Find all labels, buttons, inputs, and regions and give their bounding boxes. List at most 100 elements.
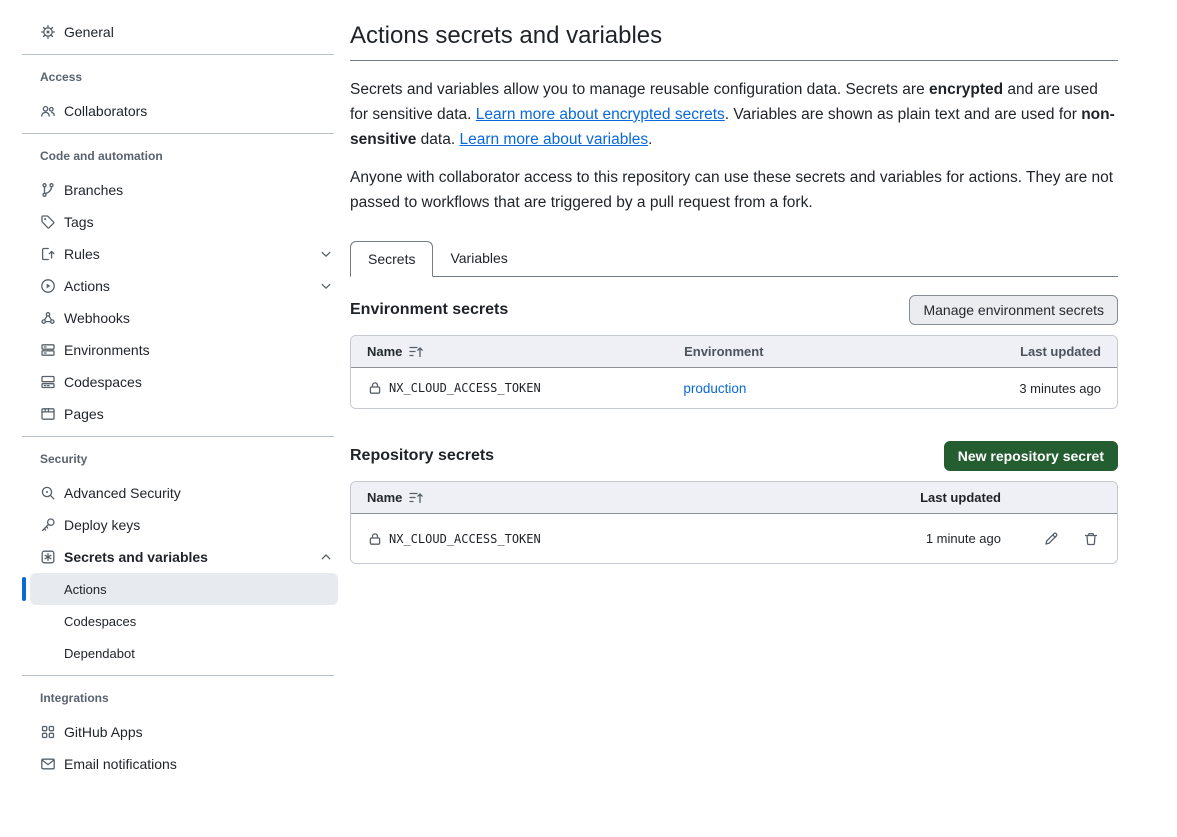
sidebar-item-deploy-keys[interactable]: Deploy keys [0, 509, 350, 541]
tag-icon [40, 214, 56, 230]
secret-name: NX_CLOUD_ACCESS_TOKEN [389, 381, 541, 395]
collaborator-access-paragraph: Anyone with collaborator access to this … [350, 165, 1118, 215]
sidebar-subitem-dependabot[interactable]: Dependabot [30, 637, 338, 669]
webhook-icon [40, 310, 56, 326]
sidebar-subitem-label: Codespaces [64, 614, 136, 629]
sidebar-item-general[interactable]: General [0, 16, 350, 48]
lock-icon [367, 531, 383, 547]
sidebar-item-rules[interactable]: Rules [0, 238, 350, 270]
environment-link[interactable]: production [683, 381, 746, 396]
environment-secrets-heading: Environment secrets [350, 301, 508, 319]
sidebar-divider [22, 54, 334, 55]
environment-secrets-header: Environment secrets Manage environment s… [350, 295, 1118, 325]
intro-text: . Variables are shown as plain text and … [725, 106, 1081, 123]
mail-icon [40, 756, 56, 772]
sidebar-item-label: Rules [64, 246, 100, 262]
settings-sidebar: General Access Collaborators Code and au… [0, 0, 350, 837]
environment-secret-row: NX_CLOUD_ACCESS_TOKEN production 3 minut… [351, 368, 1117, 408]
pencil-icon [1043, 531, 1059, 547]
learn-more-encrypted-secrets-link[interactable]: Learn more about encrypted secrets [476, 106, 725, 123]
secret-name: NX_CLOUD_ACCESS_TOKEN [389, 532, 541, 546]
browser-icon [40, 406, 56, 422]
main-content: Actions secrets and variables Secrets an… [350, 0, 1118, 564]
edit-secret-button[interactable] [1043, 530, 1061, 548]
delete-secret-button[interactable] [1083, 530, 1101, 548]
environment-secrets-table: Name Environment Last updated NX_CLOUD_A… [350, 335, 1118, 409]
git-branch-icon [40, 182, 56, 198]
chevron-down-icon [318, 278, 334, 294]
tab-variables[interactable]: Variables [433, 241, 524, 277]
sidebar-item-secrets-and-variables[interactable]: Secrets and variables [0, 541, 350, 573]
last-updated-value: 3 minutes ago [1019, 381, 1101, 396]
sidebar-subitem-codespaces[interactable]: Codespaces [30, 605, 338, 637]
sidebar-item-label: Webhooks [64, 310, 130, 326]
lock-icon [367, 380, 383, 396]
play-icon [40, 278, 56, 294]
last-updated-column-label: Last updated [1020, 344, 1101, 359]
sidebar-subitem-actions[interactable]: Actions [30, 573, 338, 605]
sidebar-item-branches[interactable]: Branches [0, 174, 350, 206]
sidebar-divider [22, 675, 334, 676]
environment-secrets-table-header: Name Environment Last updated [351, 336, 1117, 368]
sidebar-item-label: Secrets and variables [64, 549, 208, 565]
page-title: Actions secrets and variables [350, 20, 1118, 52]
sidebar-item-advanced-security[interactable]: Advanced Security [0, 477, 350, 509]
codespaces-icon [40, 374, 56, 390]
repo-settings-page: General Access Collaborators Code and au… [0, 0, 1177, 837]
sort-ascending-icon [408, 344, 424, 360]
repository-secret-row: NX_CLOUD_ACCESS_TOKEN 1 minute ago [351, 514, 1117, 563]
environment-column-label: Environment [684, 344, 1020, 359]
apps-grid-icon [40, 724, 56, 740]
sidebar-item-label: Deploy keys [64, 517, 140, 533]
chevron-down-icon [318, 246, 334, 262]
trash-icon [1083, 531, 1099, 547]
rules-icon [40, 246, 56, 262]
sidebar-item-github-apps[interactable]: GitHub Apps [0, 716, 350, 748]
sidebar-item-tags[interactable]: Tags [0, 206, 350, 238]
name-column-label: Name [367, 344, 402, 359]
sidebar-item-webhooks[interactable]: Webhooks [0, 302, 350, 334]
sidebar-section-integrations: Integrations [0, 690, 350, 706]
sidebar-item-pages[interactable]: Pages [0, 398, 350, 430]
sidebar-item-label: Branches [64, 182, 123, 198]
people-icon [40, 103, 56, 119]
sidebar-item-collaborators[interactable]: Collaborators [0, 95, 350, 127]
sort-ascending-icon [408, 490, 424, 506]
sidebar-item-label: GitHub Apps [64, 724, 143, 740]
repository-secrets-header: Repository secrets New repository secret [350, 441, 1118, 471]
sidebar-item-codespaces[interactable]: Codespaces [0, 366, 350, 398]
server-icon [40, 342, 56, 358]
sidebar-divider [22, 436, 334, 437]
name-column-sort[interactable]: Name [367, 344, 424, 360]
chevron-up-icon [318, 549, 334, 565]
name-column-sort[interactable]: Name [367, 490, 424, 506]
last-updated-column-label: Last updated [871, 490, 1001, 505]
tab-secrets[interactable]: Secrets [350, 241, 433, 277]
sidebar-item-email-notifications[interactable]: Email notifications [0, 748, 350, 780]
codescan-icon [40, 485, 56, 501]
sidebar-item-label: Pages [64, 406, 104, 422]
learn-more-variables-link[interactable]: Learn more about variables [459, 131, 648, 148]
intro-paragraph: Secrets and variables allow you to manag… [350, 77, 1118, 152]
sidebar-subitem-label: Dependabot [64, 646, 135, 661]
sidebar-item-label: Actions [64, 278, 110, 294]
sidebar-item-environments[interactable]: Environments [0, 334, 350, 366]
selected-indicator [22, 577, 26, 601]
asterisk-box-icon [40, 549, 56, 565]
new-repository-secret-button[interactable]: New repository secret [944, 441, 1118, 471]
sidebar-section-security: Security [0, 451, 350, 467]
gear-icon [40, 24, 56, 40]
repository-secrets-table-header: Name Last updated [351, 482, 1117, 514]
manage-environment-secrets-button[interactable]: Manage environment secrets [909, 295, 1118, 325]
secrets-variables-tabnav: Secrets Variables [350, 241, 1118, 277]
sidebar-subitem-label: Actions [64, 582, 107, 597]
sidebar-section-code-automation: Code and automation [0, 148, 350, 164]
last-updated-value: 1 minute ago [871, 531, 1001, 546]
key-icon [40, 517, 56, 533]
sidebar-item-label: Advanced Security [64, 485, 181, 501]
sidebar-section-access: Access [0, 69, 350, 85]
sidebar-divider [22, 133, 334, 134]
name-column-label: Name [367, 490, 402, 505]
sidebar-item-actions[interactable]: Actions [0, 270, 350, 302]
sidebar-item-label: General [64, 24, 114, 40]
